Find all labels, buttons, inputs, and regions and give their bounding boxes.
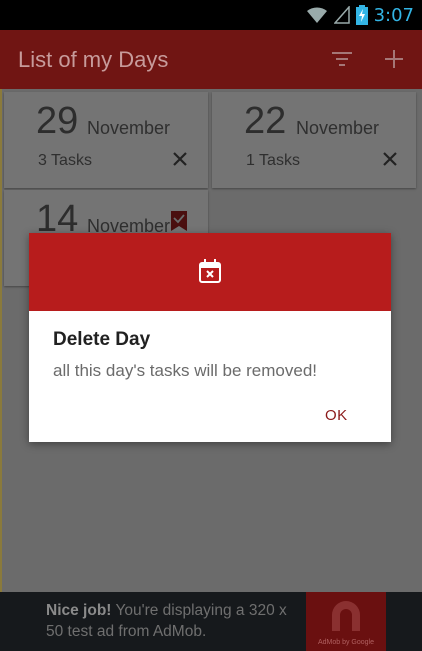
status-bar: 3:07 [0,0,422,30]
admob-logo-text: AdMob by Google [317,639,375,646]
dialog-header [29,233,391,311]
wifi-icon [306,7,327,24]
status-time: 3:07 [373,4,414,26]
admob-logo-icon [332,601,360,631]
close-icon[interactable] [171,150,189,168]
day-month: November [296,118,380,138]
ad-text: Nice job! You're displaying a 320 x 50 t… [46,600,306,642]
ad-headline: Nice job! [46,602,112,619]
admob-logo: AdMob by Google [306,592,386,651]
day-card[interactable]: 22 November 1 Tasks [212,92,416,188]
ok-button[interactable]: OK [325,407,348,424]
page-title: List of my Days [18,47,169,72]
status-icons: 3:07 [306,4,414,26]
task-count: 1 Tasks [246,152,300,169]
bookmark-check-icon [171,211,187,231]
ad-banner[interactable]: Nice job! You're displaying a 320 x 50 t… [0,592,422,651]
dialog-message: all this day's tasks will be removed! [53,361,318,380]
day-card[interactable]: 29 November 3 Tasks [4,92,208,188]
day-month: November [87,118,171,138]
app-bar: List of my Days [0,30,422,89]
signal-icon [333,6,350,24]
day-number: 22 [244,100,287,142]
dialog-title: Delete Day [53,329,151,350]
battery-icon [355,5,368,25]
delete-dialog: Delete Day all this day's tasks will be … [29,233,391,442]
edge-divider [0,89,2,592]
calendar-remove-icon [199,259,221,283]
day-number: 29 [36,100,79,142]
task-count: 3 Tasks [38,152,92,169]
plus-icon[interactable] [382,47,406,71]
close-icon[interactable] [381,150,399,168]
filter-icon[interactable] [330,47,354,71]
